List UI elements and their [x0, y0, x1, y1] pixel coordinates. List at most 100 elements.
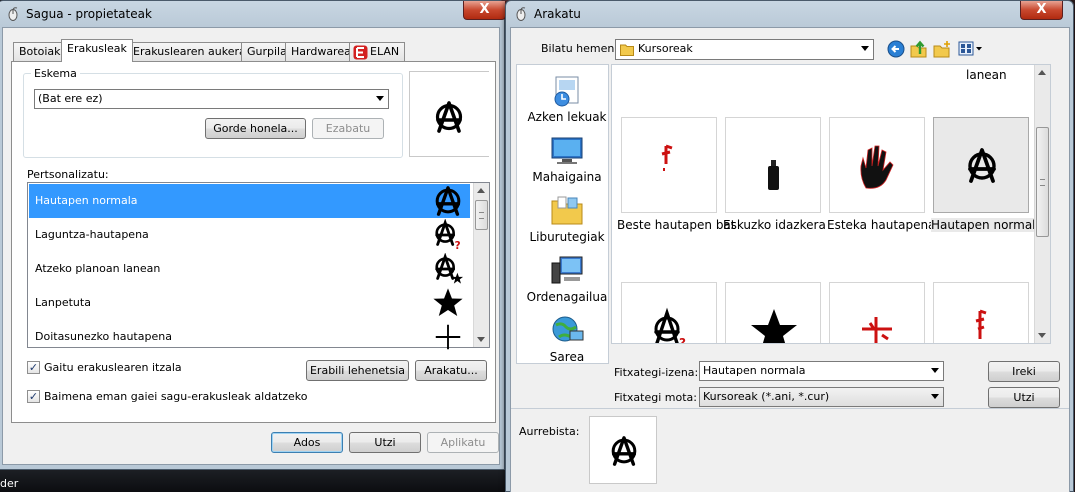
scroll-down-icon[interactable] — [1038, 333, 1046, 338]
allow-themes-label: Baimena eman gaiei sagu-erakusleak aldat… — [44, 390, 308, 403]
open-button[interactable]: Ireki — [988, 361, 1060, 382]
look-in-value: Kursoreak — [638, 42, 693, 55]
file-list-scrollbar[interactable] — [1034, 65, 1050, 343]
desktop-icon — [550, 133, 584, 167]
list-item[interactable]: Lanpetuta — [29, 286, 470, 320]
tab-erakusleak[interactable]: Erakusleak — [61, 39, 133, 62]
cursor-list-scrollbar[interactable] — [473, 183, 489, 347]
title-bar[interactable]: Arakatu — [506, 1, 1073, 27]
anarchy-icon — [608, 435, 640, 467]
back-icon[interactable] — [887, 40, 905, 58]
list-item-label: Laguntza-hautapena — [35, 228, 149, 241]
file-tile[interactable] — [725, 282, 821, 343]
place-label: Azken lekuak — [527, 110, 607, 124]
taskbar-text: der — [0, 477, 19, 490]
scroll-up-icon[interactable] — [1038, 70, 1046, 75]
file-tile[interactable]: ? — [621, 282, 717, 344]
list-item-label: Doitasunezko hautapena — [35, 330, 172, 343]
list-item[interactable]: Laguntza-hautapena ? — [29, 218, 470, 252]
browse-button[interactable]: Arakatu... — [415, 360, 487, 381]
cursor-list[interactable]: Hautapen normala Laguntza-hautapena ? At… — [27, 182, 490, 350]
scroll-down-icon[interactable] — [477, 337, 485, 342]
scrollbar-thumb[interactable] — [1036, 127, 1049, 237]
star-icon — [751, 309, 797, 343]
scroll-up-icon[interactable] — [477, 188, 485, 193]
customize-label: Pertsonalizatu: — [27, 168, 109, 181]
scheme-group — [23, 73, 403, 158]
up-folder-icon[interactable] — [910, 40, 928, 58]
tab-botoiak[interactable]: Botoiak — [13, 42, 67, 62]
file-tile[interactable] — [725, 117, 821, 213]
enable-shadow-label: Gaitu erakuslearen itzala — [44, 361, 182, 374]
tab-erakuslearen-aukerak[interactable]: Erakuslearen aukerak — [127, 42, 259, 62]
file-caption: Eskuzko idazkera — [723, 218, 826, 232]
use-default-button[interactable]: Erabili lehenetsia — [306, 360, 409, 381]
filetype-select[interactable]: Kursoreak (*.ani, *.cur) — [699, 387, 944, 407]
places-bar: Azken lekuak Mahaigaina Liburutegiak Ord… — [516, 64, 609, 364]
chevron-down-icon — [931, 394, 939, 399]
chevron-down-icon — [931, 368, 939, 373]
computer-icon — [550, 253, 584, 287]
anarchy-icon — [432, 100, 466, 134]
look-in-select[interactable]: Kursoreak — [615, 39, 874, 60]
mouse-icon — [514, 7, 528, 21]
hand-icon — [860, 145, 894, 189]
star-icon — [432, 287, 464, 319]
file-caption: Beste hautapen bat — [617, 218, 736, 232]
save-as-button[interactable]: Gorde honela... — [205, 118, 306, 139]
tab-hardwarea[interactable]: Hardwarea — [285, 42, 357, 62]
new-folder-icon[interactable] — [933, 40, 951, 58]
network-icon — [550, 313, 584, 347]
title-bar[interactable]: Sagua - propietateak — [0, 1, 504, 27]
chevron-down-icon — [861, 46, 869, 51]
list-item[interactable]: Hautapen normala — [29, 184, 470, 218]
scrollbar-thumb[interactable] — [475, 200, 488, 230]
preview-box — [589, 416, 657, 484]
taskbar-fragment: der — [0, 470, 506, 492]
ok-button[interactable]: Ados — [271, 432, 343, 453]
preview-label: Aurrebista: — [519, 425, 580, 438]
place-label: Sarea — [549, 350, 585, 364]
spray-can-icon — [768, 160, 779, 190]
allow-themes-checkbox[interactable]: ✓ — [27, 390, 40, 403]
file-tile[interactable] — [829, 117, 925, 213]
view-menu-icon[interactable] — [958, 41, 984, 57]
delete-button[interactable]: Ezabatu — [312, 118, 384, 139]
enable-shadow-checkbox[interactable]: ✓ — [27, 361, 40, 374]
scheme-value: (Bat ere ez) — [38, 92, 103, 105]
place-label: Mahaigaina — [532, 170, 602, 184]
red-arrow-icon — [661, 144, 673, 171]
anarchy-icon — [968, 148, 996, 183]
file-list-view[interactable]: lanean Beste hautapen bat Eskuzko idazke… — [611, 64, 1051, 344]
preview-panel: Aurrebista: — [511, 408, 1069, 492]
close-button[interactable]: X — [463, 1, 506, 20]
place-computer[interactable]: Ordenagailua — [521, 253, 613, 304]
place-libraries[interactable]: Liburutegiak — [521, 193, 613, 244]
scheme-label: Eskema — [31, 67, 80, 80]
place-recent[interactable]: Azken lekuak — [521, 73, 613, 124]
look-in-label: Bilatu hemen: — [541, 42, 619, 55]
place-network[interactable]: Sarea — [521, 313, 613, 364]
list-item[interactable]: Doitasunezko hautapena — [29, 320, 470, 354]
list-item[interactable]: Atzeko planoan lanean — [29, 252, 470, 286]
file-tile[interactable] — [933, 282, 1029, 343]
cancel-button[interactable]: Utzi — [349, 432, 421, 453]
svg-text:?: ? — [679, 336, 686, 344]
elan-icon — [353, 45, 368, 60]
tab-elan[interactable]: ELAN — [349, 42, 406, 62]
cancel-button[interactable]: Utzi — [988, 387, 1060, 408]
file-caption: Hautapen normala — [931, 218, 1043, 232]
place-label: Ordenagailua — [526, 290, 608, 304]
scheme-select[interactable]: (Bat ere ez) — [34, 89, 389, 109]
filename-input[interactable]: Hautapen normala — [699, 361, 944, 381]
file-tile[interactable] — [933, 117, 1029, 213]
mouse-properties-window: Sagua - propietateak X Botoiak Erakuslea… — [0, 0, 506, 470]
place-desktop[interactable]: Mahaigaina — [521, 133, 613, 184]
cursor-preview — [409, 71, 489, 157]
file-tile[interactable] — [829, 282, 925, 343]
apply-button[interactable]: Aplikatu — [427, 432, 499, 453]
red-arrow-icon — [975, 309, 987, 339]
close-button[interactable]: X — [1020, 1, 1063, 20]
file-tile[interactable] — [621, 117, 717, 213]
tab-page-erakusleak: Eskema (Bat ere ez) Gorde honela... Ezab… — [11, 61, 496, 423]
